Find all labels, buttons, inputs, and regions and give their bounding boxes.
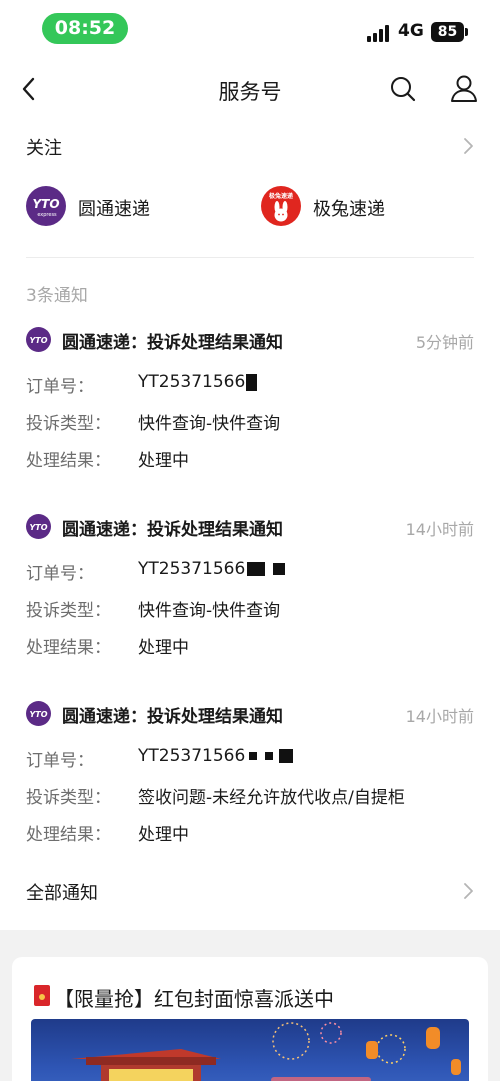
type-value: 快件查询-快件查询: [138, 414, 281, 434]
result-label: 处理结果：: [26, 451, 111, 471]
all-notifications-label: 全部通知: [26, 883, 98, 904]
status-bar: 08:52 4G 85: [0, 0, 500, 58]
redaction-mark: [273, 563, 286, 575]
order-label: 订单号：: [26, 377, 94, 397]
notification-count: 3条通知: [26, 286, 88, 306]
order-value: YT25371566: [138, 559, 286, 579]
battery-icon: 85: [431, 22, 464, 42]
yto-logo: YTO: [26, 514, 51, 539]
follow-account-yto[interactable]: YTO express 圆通速递: [26, 182, 226, 230]
chevron-right-icon: [461, 137, 475, 155]
svg-text:极兔速递: 极兔速递: [269, 192, 293, 200]
result-label: 处理结果：: [26, 638, 111, 658]
type-label: 投诉类型：: [26, 788, 111, 808]
signal-icon: [367, 24, 392, 42]
follow-name: 圆通速递: [78, 199, 150, 220]
status-time: 08:52: [42, 13, 128, 44]
notification-title: 圆通速递：投诉处理结果通知: [62, 707, 283, 727]
svg-text:YTO: YTO: [32, 197, 59, 211]
svg-text:express: express: [37, 212, 57, 218]
promo-title: 【限量抢】红包封面惊喜派送中: [54, 987, 334, 1011]
svg-text:YTO: YTO: [29, 710, 47, 719]
order-label: 订单号：: [26, 564, 94, 584]
result-value: 处理中: [138, 825, 189, 845]
order-value: YT25371566: [138, 746, 294, 766]
notification-title: 圆通速递：投诉处理结果通知: [62, 333, 283, 353]
promo-card[interactable]: 【限量抢】红包封面惊喜派送中: [12, 957, 488, 1081]
type-label: 投诉类型：: [26, 601, 111, 621]
yto-logo: YTO: [26, 327, 51, 352]
redaction-mark: [265, 752, 274, 760]
network-label: 4G: [398, 21, 424, 41]
promo-banner-image[interactable]: [31, 1019, 469, 1081]
search-icon[interactable]: [388, 74, 418, 104]
follow-name: 极兔速递: [313, 199, 385, 220]
notification-time: 14小时前: [405, 520, 474, 539]
user-icon[interactable]: [448, 73, 480, 105]
divider: [26, 257, 474, 258]
notification-time: 5分钟前: [415, 333, 474, 352]
type-label: 投诉类型：: [26, 414, 111, 434]
follow-title: 关注: [26, 138, 62, 159]
redaction-mark: [249, 752, 258, 760]
follow-list: YTO express 圆通速递 极兔速递 极兔速递: [0, 182, 500, 232]
follow-account-jitu[interactable]: 极兔速递 极兔速递: [261, 182, 461, 230]
notification-card[interactable]: YTO 圆通速递：投诉处理结果通知 5分钟前 订单号： YT25371566 投…: [0, 327, 500, 487]
notification-card[interactable]: YTO 圆通速递：投诉处理结果通知 14小时前 订单号： YT25371566 …: [0, 701, 500, 861]
battery-tip: [465, 28, 468, 36]
result-value: 处理中: [138, 638, 189, 658]
jitu-logo: 极兔速递: [261, 186, 301, 226]
redaction-mark: [279, 749, 294, 763]
type-value: 快件查询-快件查询: [138, 601, 281, 621]
red-envelope-icon: [34, 985, 50, 1006]
redaction-mark: [246, 373, 258, 391]
notification-card[interactable]: YTO 圆通速递：投诉处理结果通知 14小时前 订单号： YT25371566 …: [0, 514, 500, 674]
notification-title: 圆通速递：投诉处理结果通知: [62, 520, 283, 540]
follow-header[interactable]: 关注: [0, 130, 500, 164]
order-value: YT25371566: [138, 372, 258, 392]
all-notifications-row[interactable]: 全部通知: [0, 876, 500, 908]
notification-time: 14小时前: [405, 707, 474, 726]
page-title: 服务号: [218, 80, 282, 104]
chevron-right-icon: [461, 882, 475, 900]
order-label: 订单号：: [26, 751, 94, 771]
redaction-mark: [247, 562, 266, 576]
result-label: 处理结果：: [26, 825, 111, 845]
svg-text:YTO: YTO: [29, 523, 47, 532]
yto-logo: YTO: [26, 701, 51, 726]
result-value: 处理中: [138, 451, 189, 471]
yto-logo: YTO express: [26, 186, 66, 226]
nav-bar: 服务号: [0, 58, 500, 122]
type-value: 签收问题-未经允许放代收点/自提柜: [138, 788, 405, 808]
svg-text:YTO: YTO: [29, 336, 47, 345]
